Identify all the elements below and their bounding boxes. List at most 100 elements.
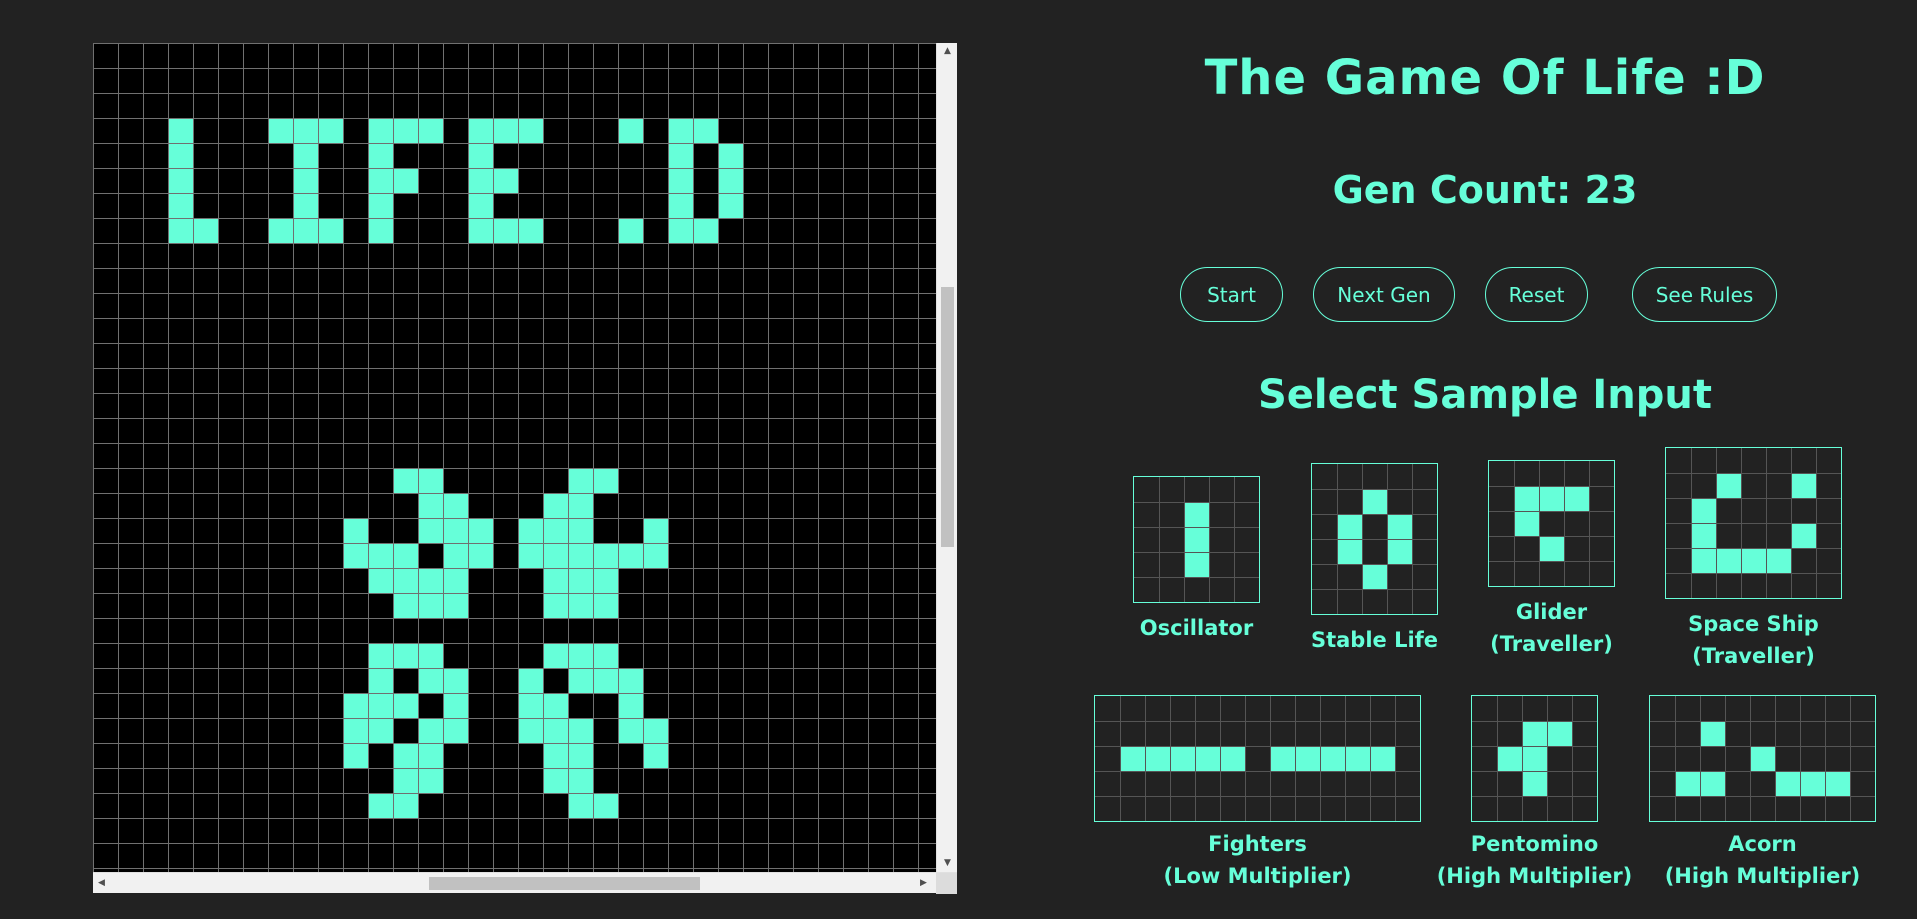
sample-fighters-label[interactable]: Fighters (Low Multiplier) [1128, 828, 1388, 892]
live-cell[interactable] [518, 543, 543, 568]
live-cell[interactable] [518, 718, 543, 743]
live-cell[interactable] [368, 693, 393, 718]
sample-fighters-preview[interactable] [1094, 695, 1421, 822]
sample-oscillator[interactable] [1133, 476, 1260, 603]
live-cell[interactable] [568, 543, 593, 568]
live-cell[interactable] [668, 118, 693, 143]
live-cell[interactable] [168, 143, 193, 168]
live-cell[interactable] [568, 468, 593, 493]
sample-fighters[interactable] [1094, 695, 1421, 822]
live-cell[interactable] [393, 593, 418, 618]
live-cell[interactable] [618, 668, 643, 693]
live-cell[interactable] [368, 718, 393, 743]
live-cell[interactable] [343, 543, 368, 568]
live-cell[interactable] [618, 218, 643, 243]
sample-glider[interactable] [1488, 460, 1615, 587]
live-cell[interactable] [468, 218, 493, 243]
live-cell[interactable] [668, 143, 693, 168]
live-cell[interactable] [543, 768, 568, 793]
next-gen-button[interactable]: Next Gen [1313, 267, 1455, 322]
live-cell[interactable] [518, 693, 543, 718]
live-cell[interactable] [293, 168, 318, 193]
live-cell[interactable] [418, 468, 443, 493]
live-cell[interactable] [543, 493, 568, 518]
live-cell[interactable] [493, 118, 518, 143]
live-cell[interactable] [418, 668, 443, 693]
live-cell[interactable] [418, 743, 443, 768]
live-cell[interactable] [368, 668, 393, 693]
sample-pentomino[interactable] [1471, 695, 1598, 822]
live-cell[interactable] [368, 568, 393, 593]
live-cell[interactable] [418, 518, 443, 543]
live-cell[interactable] [593, 543, 618, 568]
live-cell[interactable] [618, 543, 643, 568]
live-cell[interactable] [643, 718, 668, 743]
live-cell[interactable] [443, 493, 468, 518]
live-cell[interactable] [418, 493, 443, 518]
live-cell[interactable] [443, 543, 468, 568]
live-cell[interactable] [368, 168, 393, 193]
live-cell[interactable] [468, 518, 493, 543]
live-cell[interactable] [393, 693, 418, 718]
live-cell[interactable] [343, 693, 368, 718]
live-cell[interactable] [393, 568, 418, 593]
live-cell[interactable] [168, 218, 193, 243]
horizontal-scroll-thumb[interactable] [429, 877, 700, 890]
sample-space-ship[interactable] [1665, 447, 1842, 599]
live-cell[interactable] [593, 643, 618, 668]
sample-acorn[interactable] [1649, 695, 1876, 822]
live-cell[interactable] [618, 718, 643, 743]
reset-button[interactable]: Reset [1485, 267, 1588, 322]
sample-acorn-preview[interactable] [1649, 695, 1876, 822]
vertical-scrollbar[interactable]: ▲ ▼ [936, 43, 957, 872]
live-cell[interactable] [593, 568, 618, 593]
live-cell[interactable] [568, 593, 593, 618]
sample-stable-life-preview[interactable] [1311, 463, 1438, 615]
live-cell[interactable] [543, 593, 568, 618]
live-cell[interactable] [518, 518, 543, 543]
live-cell[interactable] [368, 193, 393, 218]
scroll-left-arrow-icon[interactable]: ◀ [93, 873, 110, 894]
live-cell[interactable] [568, 643, 593, 668]
sample-pentomino-preview[interactable] [1471, 695, 1598, 822]
live-cell[interactable] [493, 168, 518, 193]
live-cell[interactable] [568, 568, 593, 593]
live-cell[interactable] [393, 168, 418, 193]
live-cell[interactable] [543, 543, 568, 568]
live-cell[interactable] [418, 768, 443, 793]
live-cell[interactable] [568, 493, 593, 518]
scroll-down-arrow-icon[interactable]: ▼ [937, 855, 958, 872]
live-cell[interactable] [393, 743, 418, 768]
live-cell[interactable] [368, 218, 393, 243]
live-cell[interactable] [668, 193, 693, 218]
live-cell[interactable] [693, 118, 718, 143]
live-cell[interactable] [568, 793, 593, 818]
live-cell[interactable] [543, 743, 568, 768]
sample-oscillator-preview[interactable] [1133, 476, 1260, 603]
live-cell[interactable] [493, 218, 518, 243]
horizontal-scrollbar[interactable]: ◀ ▶ [93, 872, 957, 894]
live-cell[interactable] [518, 668, 543, 693]
live-cell[interactable] [693, 218, 718, 243]
live-cell[interactable] [393, 118, 418, 143]
live-cell[interactable] [393, 643, 418, 668]
live-cell[interactable] [368, 118, 393, 143]
live-cell[interactable] [368, 643, 393, 668]
live-cell[interactable] [468, 143, 493, 168]
live-cell[interactable] [593, 593, 618, 618]
live-cell[interactable] [568, 668, 593, 693]
scroll-up-arrow-icon[interactable]: ▲ [937, 43, 958, 60]
game-board-panel[interactable]: ▲ ▼ ◀ ▶ [93, 43, 957, 894]
live-cell[interactable] [543, 718, 568, 743]
live-cell[interactable] [368, 543, 393, 568]
live-cell[interactable] [468, 193, 493, 218]
start-button[interactable]: Start [1180, 267, 1283, 322]
live-cell[interactable] [443, 668, 468, 693]
live-cell[interactable] [418, 118, 443, 143]
live-cell[interactable] [518, 218, 543, 243]
live-cell[interactable] [718, 193, 743, 218]
live-cell[interactable] [443, 693, 468, 718]
live-cell[interactable] [568, 768, 593, 793]
live-cell[interactable] [643, 543, 668, 568]
live-cell[interactable] [468, 168, 493, 193]
